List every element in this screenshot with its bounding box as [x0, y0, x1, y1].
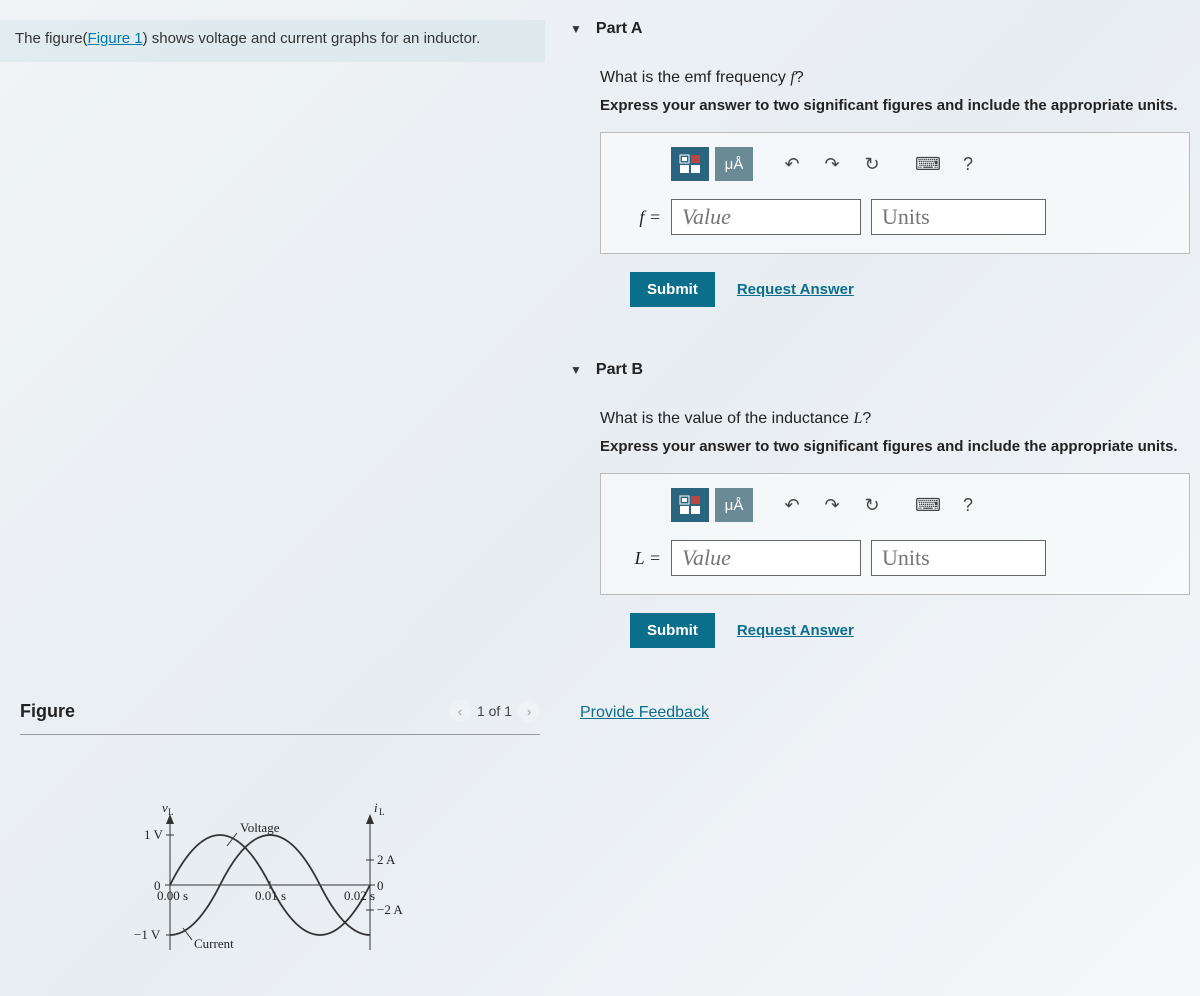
svg-text:L: L: [379, 807, 385, 817]
svg-text:0.02 s: 0.02 s: [344, 888, 375, 903]
svg-text:i: i: [374, 800, 378, 815]
part-b-units-input[interactable]: [871, 540, 1046, 576]
part-b-request-answer-link[interactable]: Request Answer: [737, 622, 854, 639]
help-icon[interactable]: ?: [951, 147, 985, 181]
svg-text:0.01 s: 0.01 s: [255, 888, 286, 903]
next-figure-button[interactable]: ›: [518, 700, 540, 722]
reset-icon[interactable]: ↻: [855, 488, 889, 522]
undo-icon[interactable]: ↶: [775, 147, 809, 181]
svg-text:Voltage: Voltage: [240, 820, 280, 835]
part-b-question: What is the value of the inductance L?: [600, 410, 1200, 428]
collapse-icon: ▼: [570, 363, 582, 377]
svg-text:Current: Current: [194, 936, 234, 951]
part-a-question: What is the emf frequency f?: [600, 69, 1200, 87]
part-a-value-input[interactable]: [671, 199, 861, 235]
prev-figure-button[interactable]: ‹: [449, 700, 471, 722]
part-a-submit-button[interactable]: Submit: [630, 272, 715, 307]
part-b-header[interactable]: ▼ Part B: [570, 341, 1200, 385]
part-a-instruction: Express your answer to two significant f…: [600, 97, 1200, 114]
provide-feedback-link[interactable]: Provide Feedback: [580, 704, 709, 721]
keyboard-icon[interactable]: ⌨: [911, 488, 945, 522]
templates-button[interactable]: [671, 147, 709, 181]
part-b-submit-button[interactable]: Submit: [630, 613, 715, 648]
svg-text:0: 0: [377, 878, 384, 893]
units-button[interactable]: μÅ: [715, 488, 753, 522]
part-b-answer-box: μÅ ↶ ↷ ↻ ⌨ ? L =: [600, 473, 1190, 595]
svg-text:−1 V: −1 V: [134, 927, 161, 942]
part-a-header[interactable]: ▼ Part A: [570, 0, 1200, 44]
part-a-units-input[interactable]: [871, 199, 1046, 235]
part-a-var-label: f =: [621, 207, 661, 228]
figure-pager: ‹ 1 of 1 ›: [449, 700, 540, 722]
part-a-request-answer-link[interactable]: Request Answer: [737, 281, 854, 298]
redo-icon[interactable]: ↷: [815, 488, 849, 522]
intro-text: The figure(Figure 1) shows voltage and c…: [0, 20, 545, 62]
figure-link[interactable]: Figure 1: [88, 30, 143, 47]
templates-button[interactable]: [671, 488, 709, 522]
undo-icon[interactable]: ↶: [775, 488, 809, 522]
units-button[interactable]: μÅ: [715, 147, 753, 181]
part-b-value-input[interactable]: [671, 540, 861, 576]
part-b-instruction: Express your answer to two significant f…: [600, 438, 1200, 455]
collapse-icon: ▼: [570, 22, 582, 36]
part-a-answer-box: μÅ ↶ ↷ ↻ ⌨ ? f =: [600, 132, 1190, 254]
svg-text:L: L: [168, 807, 174, 817]
svg-text:−2 A: −2 A: [377, 902, 403, 917]
figure-graph: v L i L 1 V 0 −1 V 2 A 0 −2 A 0.00 s 0.0…: [110, 800, 440, 970]
svg-text:2 A: 2 A: [377, 852, 396, 867]
part-b-var-label: L =: [621, 548, 661, 569]
help-icon[interactable]: ?: [951, 488, 985, 522]
svg-text:1 V: 1 V: [144, 827, 164, 842]
redo-icon[interactable]: ↷: [815, 147, 849, 181]
keyboard-icon[interactable]: ⌨: [911, 147, 945, 181]
svg-text:0.00 s: 0.00 s: [157, 888, 188, 903]
reset-icon[interactable]: ↻: [855, 147, 889, 181]
figure-title: Figure: [20, 701, 75, 722]
